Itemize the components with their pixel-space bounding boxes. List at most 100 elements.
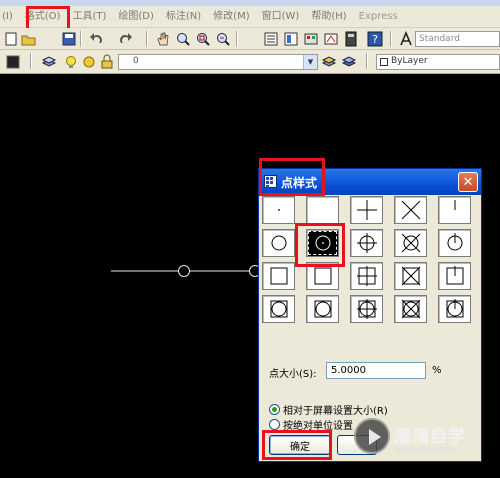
point-style-tick[interactable] bbox=[438, 196, 471, 224]
layer-freeze-sun-icon[interactable] bbox=[80, 53, 98, 71]
dialog-title-highlight bbox=[259, 158, 325, 196]
text-style-combo[interactable]: Standard bbox=[415, 31, 500, 47]
menu-item-insert[interactable]: (I) bbox=[0, 6, 19, 28]
markup-icon[interactable] bbox=[322, 30, 340, 48]
selected-style-highlight bbox=[295, 223, 345, 267]
layer-previous-icon[interactable] bbox=[4, 53, 22, 71]
menu-bar: (I) 格式(O) 工具(T) 绘图(D) 标注(N) 修改(M) 窗口(W) … bbox=[0, 6, 500, 28]
point-style-none[interactable] bbox=[306, 196, 339, 224]
point-style-square-glyph bbox=[270, 267, 287, 285]
point-style-square-circle-empty[interactable] bbox=[306, 295, 339, 323]
toolbar-separator bbox=[236, 31, 238, 47]
radio-relative[interactable] bbox=[269, 404, 280, 415]
point-style-square-circle-tick-glyph bbox=[446, 299, 463, 318]
redo-icon[interactable] bbox=[116, 30, 134, 48]
zoom-previous-icon[interactable] bbox=[214, 30, 232, 48]
layer-dropdown[interactable]: 0 ▼ bbox=[118, 54, 318, 70]
color-control-value: ByLayer bbox=[391, 56, 428, 66]
toolbar-separator bbox=[390, 31, 392, 47]
open-icon[interactable] bbox=[20, 30, 38, 48]
make-current-layer-icon[interactable] bbox=[320, 53, 338, 71]
point-style-circle[interactable] bbox=[262, 229, 295, 257]
radio-absolute[interactable] bbox=[269, 419, 280, 430]
point-style-dot[interactable] bbox=[262, 196, 295, 224]
zoom-realtime-icon[interactable] bbox=[174, 30, 192, 48]
point-style-cross[interactable] bbox=[394, 196, 427, 224]
watermark-name: 溜溜自学 bbox=[394, 427, 466, 447]
point-style-square-circle-plus[interactable] bbox=[350, 295, 383, 323]
menu-item-help[interactable]: 帮助(H) bbox=[305, 6, 352, 28]
point-style-square-plus[interactable] bbox=[350, 262, 383, 290]
pan-icon[interactable] bbox=[154, 30, 172, 48]
watermark-logo: 溜溜自学 ZIXUE.3D66.COM bbox=[352, 408, 472, 464]
menu-item-draw[interactable]: 绘图(D) bbox=[112, 6, 160, 28]
point-style-circle-tick[interactable] bbox=[438, 229, 471, 257]
toolbar-separator bbox=[146, 31, 148, 47]
new-file-icon[interactable] bbox=[2, 30, 20, 48]
standard-toolbar: ? Standard bbox=[0, 28, 500, 50]
menu-item-dimension[interactable]: 标注(N) bbox=[160, 6, 207, 28]
point-style-square-cross[interactable] bbox=[394, 262, 427, 290]
point-style-square-circle-glyph bbox=[270, 300, 287, 318]
point-style-plus-glyph bbox=[356, 200, 377, 220]
layer-on-bulb-icon[interactable] bbox=[62, 53, 80, 71]
point-style-cross-glyph bbox=[401, 200, 420, 220]
point-style-square-circle-empty-glyph bbox=[314, 300, 331, 318]
point-style-tick-glyph bbox=[454, 200, 455, 210]
point-size-unit: % bbox=[432, 365, 442, 376]
point-style-square-tick-glyph bbox=[446, 266, 463, 285]
point-style-circle-glyph bbox=[271, 235, 286, 251]
close-icon: ✕ bbox=[462, 174, 474, 190]
design-center-icon[interactable] bbox=[282, 30, 300, 48]
svg-text:?: ? bbox=[372, 33, 378, 46]
point-style-circle-cross-glyph bbox=[401, 233, 420, 253]
point-style-none-glyph bbox=[309, 198, 337, 222]
point-size-input[interactable]: 5.0000 bbox=[326, 362, 426, 379]
ok-button-highlight bbox=[262, 430, 332, 460]
point-style-square[interactable] bbox=[262, 262, 295, 290]
color-swatch bbox=[380, 58, 388, 66]
close-button[interactable]: ✕ bbox=[458, 172, 478, 192]
point-style-square-circle-tick[interactable] bbox=[438, 295, 471, 323]
menu-item-window[interactable]: 窗口(W) bbox=[256, 6, 306, 28]
point-style-dot-glyph bbox=[277, 209, 280, 211]
point-style-circle-plus[interactable] bbox=[350, 229, 383, 257]
point-style-square-circle-cross-glyph bbox=[401, 299, 420, 319]
point-style-plus[interactable] bbox=[350, 196, 383, 224]
point-style-square-circle-plus-glyph bbox=[356, 299, 377, 319]
undo-icon[interactable] bbox=[88, 30, 106, 48]
properties-icon[interactable] bbox=[262, 30, 280, 48]
menu-item-modify[interactable]: 修改(M) bbox=[207, 6, 255, 28]
play-icon bbox=[354, 418, 390, 454]
layer-previous-state-icon[interactable] bbox=[340, 53, 358, 71]
chevron-down-icon: ▼ bbox=[303, 55, 317, 69]
layer-properties-icon[interactable] bbox=[40, 53, 58, 71]
point-style-square-cross-glyph bbox=[401, 266, 420, 286]
text-style-icon[interactable] bbox=[397, 30, 415, 48]
layer-lock-icon[interactable] bbox=[98, 53, 116, 71]
point-style-circle-plus-glyph bbox=[356, 233, 377, 253]
point-style-square-plus-glyph bbox=[356, 266, 377, 286]
help-icon[interactable]: ? bbox=[366, 30, 384, 48]
menu-item-express[interactable]: Express bbox=[353, 6, 404, 28]
toolbar-separator bbox=[30, 53, 32, 69]
point-style-square-tick[interactable] bbox=[438, 262, 471, 290]
toolbar-separator bbox=[366, 53, 368, 69]
point-style-circle-cross[interactable] bbox=[394, 229, 427, 257]
color-control-dropdown[interactable]: ByLayer bbox=[376, 54, 500, 70]
calculator-icon[interactable] bbox=[342, 30, 360, 48]
point-style-circle-tick-glyph bbox=[447, 233, 462, 251]
point-style-square-circle[interactable] bbox=[262, 295, 295, 323]
zoom-window-icon[interactable] bbox=[194, 30, 212, 48]
layers-toolbar: 0 ▼ ByLayer bbox=[0, 50, 500, 74]
tool-palettes-icon[interactable] bbox=[302, 30, 320, 48]
toolbar-separator bbox=[80, 31, 82, 47]
point-size-label: 点大小(S): bbox=[269, 369, 317, 380]
watermark-url: ZIXUE.3D66.COM bbox=[394, 446, 455, 454]
current-layer-name: 0 bbox=[133, 56, 139, 66]
save-icon[interactable] bbox=[60, 30, 78, 48]
point-style-square-circle-cross[interactable] bbox=[394, 295, 427, 323]
point-style-square-empty-glyph bbox=[314, 267, 331, 285]
point-marker bbox=[178, 265, 190, 277]
menu-item-tools[interactable]: 工具(T) bbox=[66, 6, 112, 28]
